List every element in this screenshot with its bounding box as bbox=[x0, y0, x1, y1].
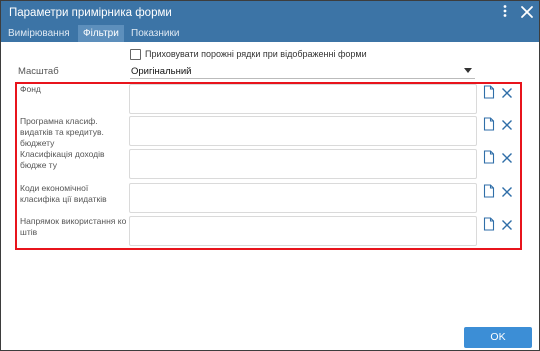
scale-value: Оригінальний bbox=[131, 66, 192, 77]
close-icon[interactable] bbox=[501, 86, 513, 98]
tab-filters[interactable]: Фільтри bbox=[78, 25, 124, 42]
filter-row: Фонд bbox=[17, 84, 520, 116]
close-icon[interactable] bbox=[501, 218, 513, 230]
filter-value-field[interactable] bbox=[129, 84, 477, 114]
hide-empty-rows-label: Приховувати порожні рядки при відображен… bbox=[145, 49, 367, 59]
title-bar: Параметри примірника форми Вимірювання Ф… bbox=[1, 1, 539, 42]
tab-dimensions[interactable]: Вимірювання bbox=[3, 25, 75, 42]
filter-value-field[interactable] bbox=[129, 216, 477, 246]
kebab-menu-icon[interactable] bbox=[498, 4, 512, 18]
filters-panel: Фонд Програмна класиф. видатків та креди… bbox=[15, 82, 522, 250]
close-icon[interactable] bbox=[501, 151, 513, 163]
tab-indicators[interactable]: Показники bbox=[126, 25, 184, 42]
document-icon[interactable] bbox=[483, 150, 495, 164]
filter-row: Класифікація доходів бюдже ту bbox=[17, 149, 520, 181]
chevron-down-icon[interactable] bbox=[464, 68, 472, 73]
document-icon[interactable] bbox=[483, 184, 495, 198]
filter-value-field[interactable] bbox=[129, 183, 477, 213]
filter-label: Класифікація доходів бюдже ту bbox=[20, 149, 105, 170]
hide-empty-rows-checkbox[interactable] bbox=[130, 49, 141, 60]
filter-value-field[interactable] bbox=[129, 116, 477, 146]
close-icon[interactable] bbox=[519, 4, 535, 20]
dialog-title: Параметри примірника форми bbox=[9, 7, 172, 19]
filter-row: Коди економічної класифіка ції видатків bbox=[17, 183, 520, 215]
document-icon[interactable] bbox=[483, 85, 495, 99]
scale-select[interactable]: Оригінальний bbox=[130, 64, 475, 79]
tab-bar: Вимірювання Фільтри Показники bbox=[1, 23, 539, 42]
filter-row: Програмна класиф. видатків та кредитув. … bbox=[17, 116, 520, 148]
filter-label: Напрямок використання ко штів bbox=[20, 216, 127, 237]
filter-label: Програмна класиф. видатків та кредитув. … bbox=[20, 116, 104, 148]
close-icon[interactable] bbox=[501, 118, 513, 130]
filter-row: Напрямок використання ко штів bbox=[17, 216, 520, 248]
close-icon[interactable] bbox=[501, 185, 513, 197]
filter-label: Коди економічної класифіка ції видатків bbox=[20, 183, 107, 204]
scale-label: Масштаб bbox=[18, 66, 59, 77]
document-icon[interactable] bbox=[483, 217, 495, 231]
filter-value-field[interactable] bbox=[129, 149, 477, 179]
filter-label: Фонд bbox=[20, 84, 41, 94]
ok-button[interactable]: OK bbox=[464, 327, 532, 348]
document-icon[interactable] bbox=[483, 117, 495, 131]
dialog-window: Параметри примірника форми Вимірювання Ф… bbox=[0, 0, 540, 351]
